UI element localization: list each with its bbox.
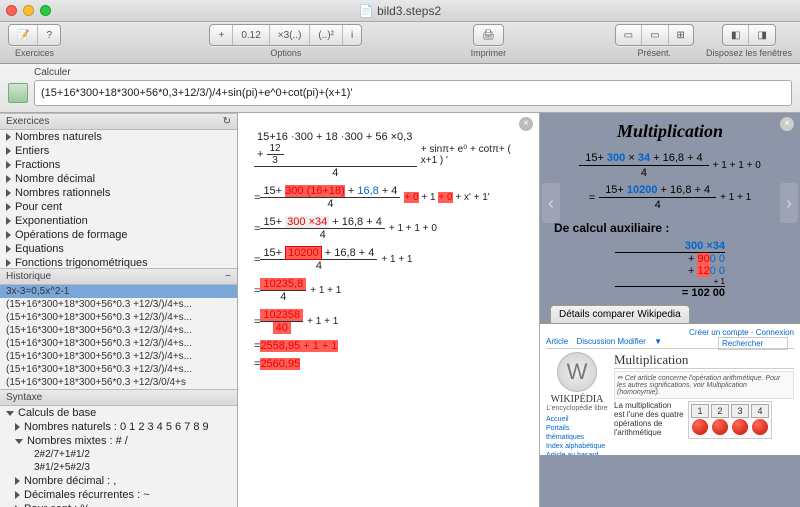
hist-selected[interactable]: 3x-3=0,5x^2-1: [0, 285, 237, 298]
calc-cube-icon: [8, 83, 28, 103]
hist-item[interactable]: (15+16*300+18*300+56*0.3 +12/3/)/4+s...: [0, 337, 237, 350]
explanation-pane: × ‹ › Multiplication 15+ 300 × 34 + 16,8…: [540, 113, 800, 507]
ex-item-8[interactable]: Equations: [0, 242, 237, 256]
syn-head[interactable]: Calculs de base: [0, 406, 237, 420]
opt-sq3[interactable]: ×3(..): [270, 25, 311, 45]
exercices-list: Nombres naturels Entiers Fractions Nombr…: [0, 130, 237, 268]
exercices-help-button[interactable]: ?: [38, 25, 60, 45]
aux-header: De calcul auxiliaire :: [540, 215, 800, 238]
wiki-disambig: ✏ Cet article concerne l'opération arith…: [614, 371, 794, 399]
present-label: Présent.: [638, 48, 672, 58]
wiki-link[interactable]: Accueil: [546, 415, 608, 424]
ex-item-6[interactable]: Exponentiation: [0, 214, 237, 228]
hist-item[interactable]: (15+16*300+18*300+56*0.3 +12/3/)/4+s...: [0, 298, 237, 311]
syn-nat[interactable]: Nombres naturels : 0 1 2 3 4 5 6 7 8 9: [0, 420, 237, 434]
opt-plus[interactable]: +: [210, 25, 233, 45]
hist-item[interactable]: (15+16*300+18*300+56*0.3 +12/3/)/4+s...: [0, 350, 237, 363]
nav-next-icon[interactable]: ›: [780, 183, 798, 223]
opt-pow2[interactable]: (..)²: [310, 25, 343, 45]
wiki-preview: Créer un compte · Connexion Article Disc…: [540, 323, 800, 455]
ex-item-7[interactable]: Opérations de formage: [0, 228, 237, 242]
opt-i[interactable]: i: [343, 25, 361, 45]
nav-prev-icon[interactable]: ‹: [542, 183, 560, 223]
exercices-button[interactable]: 📝: [9, 25, 38, 45]
calc-label: Calculer: [34, 67, 792, 78]
wiki-search-input[interactable]: Rechercher: [718, 337, 788, 350]
wiki-link[interactable]: Portails thématiques: [546, 424, 608, 442]
hist-item[interactable]: (15+16*300+18*300+56*0.3 +12/3/0/4+s: [0, 376, 237, 389]
wiki-link[interactable]: Index alphabétique: [546, 442, 608, 451]
wiki-tab[interactable]: Détails comparer Wikipedia: [550, 305, 690, 323]
wiki-article-title: Multiplication: [614, 352, 794, 369]
opt-012[interactable]: 0.12: [233, 25, 269, 45]
hist-item[interactable]: (15+16*300+18*300+56*0.3 +12/3/)/4+s...: [0, 324, 237, 337]
ex-item-1[interactable]: Entiers: [0, 144, 237, 158]
wiki-tab-article[interactable]: Article: [546, 337, 568, 346]
ex-item-3[interactable]: Nombre décimal: [0, 172, 237, 186]
collapse-icon[interactable]: −: [225, 271, 231, 282]
center-close-icon[interactable]: ×: [519, 117, 533, 131]
print-button[interactable]: 🖨: [474, 25, 503, 45]
wiki-subtitle: L'encyclopédie libre: [546, 405, 608, 412]
options-label: Options: [270, 48, 301, 58]
wiki-login-links[interactable]: Créer un compte · Connexion: [546, 328, 794, 337]
syn-pct[interactable]: Pour cent : %: [0, 502, 237, 507]
ex-item-9[interactable]: Fonctions trigonométriques: [0, 256, 237, 268]
wiki-link[interactable]: Article au hasard: [546, 451, 608, 455]
layout-btn-2[interactable]: ◨: [749, 25, 774, 45]
ex-item-0[interactable]: Nombres naturels: [0, 130, 237, 144]
syn-mix2[interactable]: 3#1/2+5#2/3: [0, 461, 237, 474]
historique-panel-header: Historique: [6, 271, 51, 282]
layout-label: Disposez les fenêtres: [706, 48, 792, 58]
present-btn-2[interactable]: ▭: [642, 25, 668, 45]
syntaxe-panel-header: Syntaxe: [6, 392, 42, 403]
right-close-icon[interactable]: ×: [780, 117, 794, 131]
syn-mix[interactable]: Nombres mixtes : # /: [0, 434, 237, 448]
syntax-list: Calculs de base Nombres naturels : 0 1 2…: [0, 406, 237, 507]
exercices-panel-header: Exercices: [6, 116, 49, 127]
ex-item-5[interactable]: Pour cent: [0, 200, 237, 214]
syn-dec[interactable]: Nombre décimal : ,: [0, 474, 237, 488]
wiki-dropdown-icon[interactable]: ▼: [654, 337, 662, 346]
wiki-tab-discussion[interactable]: Discussion Modifier: [576, 337, 645, 346]
wikipedia-logo-icon: W: [557, 352, 597, 392]
wiki-figure: 1234: [688, 401, 772, 439]
wiki-body-text: La multiplication est l'une des quatre o…: [614, 401, 684, 439]
refresh-icon[interactable]: ↻: [223, 116, 231, 127]
ex-item-2[interactable]: Fractions: [0, 158, 237, 172]
present-btn-3[interactable]: ⊞: [669, 25, 693, 45]
solution-pane: × 15+16 ·300 + 18 ·300 + 56 ×0,3 + 1234 …: [238, 113, 540, 507]
exercices-label: Exercices: [15, 48, 54, 58]
ex-item-4[interactable]: Nombres rationnels: [0, 186, 237, 200]
layout-btn-1[interactable]: ◧: [723, 25, 749, 45]
history-list: 3x-3=0,5x^2-1 (15+16*300+18*300+56*0.3 +…: [0, 285, 237, 389]
syn-mix1[interactable]: 2#2/7+1#1/2: [0, 448, 237, 461]
wiki-brand: WIKIPÉDIA: [546, 394, 608, 405]
explanation-title: Multiplication: [540, 113, 800, 148]
print-label: Imprimer: [471, 48, 507, 58]
hist-item[interactable]: (15+16*300+18*300+56*0.3 +12/3/)/4+s...: [0, 363, 237, 376]
window-title: 📄 bild3.steps2: [0, 4, 800, 18]
hist-item[interactable]: (15+16*300+18*300+56*0.3 +12/3/)/4+s...: [0, 311, 237, 324]
calc-input[interactable]: [34, 80, 792, 106]
present-btn-1[interactable]: ▭: [616, 25, 642, 45]
